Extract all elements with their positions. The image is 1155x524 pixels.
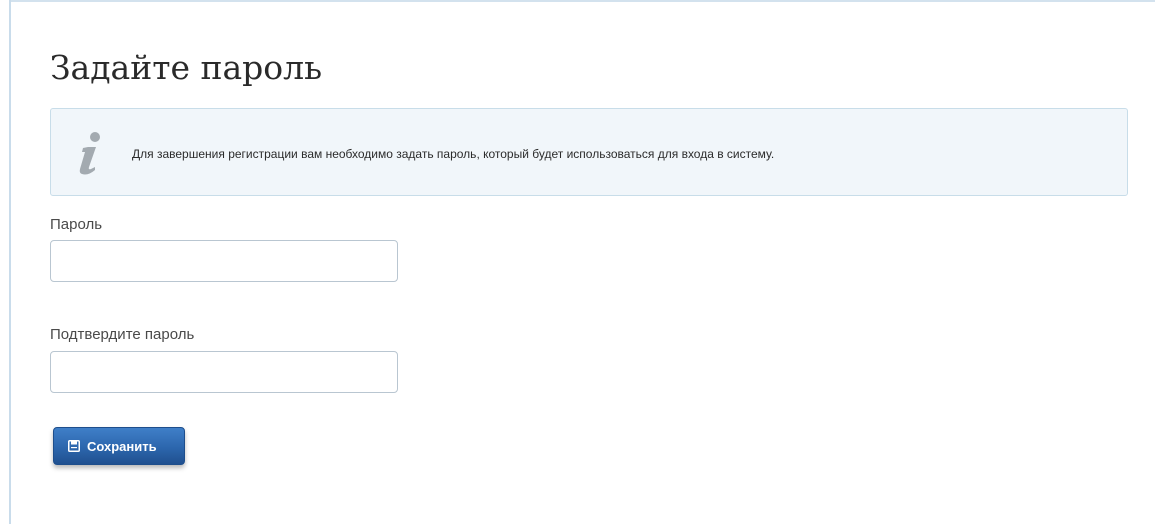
password-input[interactable] bbox=[50, 240, 398, 282]
left-divider bbox=[9, 0, 11, 524]
save-button[interactable]: Сохранить bbox=[53, 427, 185, 465]
info-message: Для завершения регистрации вам необходим… bbox=[50, 108, 1128, 196]
info-icon bbox=[75, 131, 105, 177]
confirm-password-label: Подтвердите пароль bbox=[50, 326, 195, 343]
save-icon bbox=[68, 440, 80, 452]
confirm-password-input[interactable] bbox=[50, 351, 398, 393]
info-text: Для завершения регистрации вам необходим… bbox=[132, 147, 775, 161]
page-title: Задайте пароль bbox=[50, 48, 323, 87]
top-divider bbox=[9, 0, 1155, 2]
password-label: Пароль bbox=[50, 216, 103, 233]
save-button-label: Сохранить bbox=[87, 439, 157, 454]
page: Задайте пароль Для завершения регистраци… bbox=[0, 0, 1155, 524]
